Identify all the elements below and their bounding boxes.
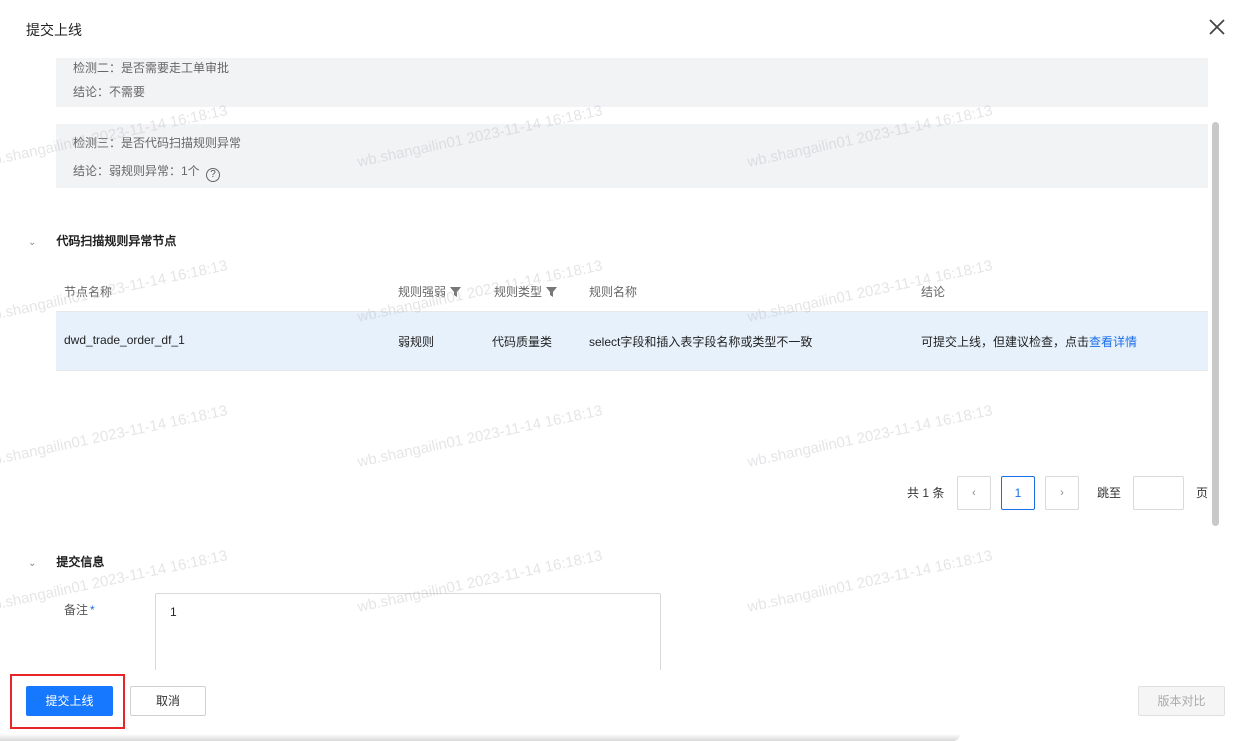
- vertical-scrollbar[interactable]: [1212, 122, 1219, 526]
- cell-rule-strength: 弱规则: [398, 335, 435, 349]
- section-submit-title: 提交信息: [56, 555, 105, 569]
- jump-page-input[interactable]: [1133, 476, 1184, 510]
- section-scan-title: 代码扫描规则异常节点: [56, 234, 177, 248]
- filter-icon[interactable]: [450, 287, 462, 297]
- next-page-button[interactable]: ›: [1045, 476, 1079, 510]
- watermark: wb.shangailin01 2023-11-14 16:18:13: [745, 402, 994, 471]
- column-rule-strength: 规则强弱: [398, 283, 462, 300]
- check-conclusion-line: 结论：弱规则异常：1个 ?: [73, 162, 221, 182]
- page-suffix: 页: [1196, 486, 1209, 500]
- table-row[interactable]: dwd_trade_order_df_1 弱规则 代码质量类 select字段和…: [56, 311, 1208, 371]
- page-button-1[interactable]: 1: [1001, 476, 1035, 510]
- check-item-approval: 检测二：是否需要走工单审批 结论：不需要: [56, 58, 1208, 107]
- version-compare-button[interactable]: 版本对比: [1138, 686, 1225, 716]
- check-item-code-scan: 检测三：是否代码扫描规则异常 结论：弱规则异常：1个 ?: [56, 124, 1208, 188]
- dialog-body: 检测二：是否需要走工单审批 结论：不需要 检测三：是否代码扫描规则异常 结论：弱…: [0, 58, 1258, 670]
- table-header: 节点名称 规则强弱 规则类型 规则名称 结论: [56, 270, 1208, 310]
- watermark: wb.shangailin01 2023-11-14 16:18:13: [0, 402, 229, 471]
- check-title: 检测二：是否需要走工单审批: [73, 61, 230, 75]
- jump-label: 跳至: [1097, 486, 1122, 500]
- cancel-button[interactable]: 取消: [130, 686, 206, 716]
- submit-online-button[interactable]: 提交上线: [26, 686, 113, 716]
- required-mark: *: [90, 603, 95, 617]
- conclusion-text: 可提交上线，但建议检查，点击: [921, 335, 1090, 349]
- question-icon[interactable]: ?: [206, 168, 221, 182]
- dialog-footer: 提交上线 取消 版本对比: [0, 670, 1258, 741]
- pagination-total: 共 1 条: [907, 486, 945, 500]
- watermark: wb.shangailin01 2023-11-14 16:18:13: [355, 402, 604, 471]
- view-detail-link[interactable]: 查看详情: [1089, 335, 1137, 349]
- section-submit-header[interactable]: ⌄ 提交信息: [28, 553, 104, 570]
- cell-conclusion: 可提交上线，但建议检查，点击查看详情: [921, 333, 1137, 350]
- column-rule-name: 规则名称: [589, 285, 638, 299]
- column-conclusion: 结论: [921, 285, 946, 299]
- remark-textarea[interactable]: 1: [155, 593, 661, 670]
- prev-page-button[interactable]: ‹: [957, 476, 991, 510]
- cell-node-name: dwd_trade_order_df_1: [64, 333, 185, 347]
- section-scan-header[interactable]: ⌄ 代码扫描规则异常节点: [28, 232, 176, 249]
- footer-shadow: [0, 734, 960, 741]
- filter-icon[interactable]: [546, 287, 558, 297]
- column-node-name: 节点名称: [64, 285, 113, 299]
- check-title: 检测三：是否代码扫描规则异常: [73, 136, 242, 150]
- cell-rule-type: 代码质量类: [492, 335, 553, 349]
- remark-label: 备注 *: [64, 603, 95, 617]
- watermark: wb.shangailin01 2023-11-14 16:18:13: [745, 547, 994, 616]
- check-conclusion: 结论：弱规则异常：1个: [73, 164, 200, 178]
- column-rule-type: 规则类型: [494, 283, 558, 300]
- chevron-down-icon: ⌄: [28, 558, 37, 569]
- dialog-header: 提交上线: [0, 0, 1258, 58]
- dialog-title: 提交上线: [26, 22, 82, 38]
- check-conclusion: 结论：不需要: [73, 85, 146, 99]
- cell-rule-name: select字段和插入表字段名称或类型不一致: [589, 335, 813, 349]
- close-icon[interactable]: [1206, 16, 1228, 38]
- chevron-down-icon: ⌄: [28, 237, 37, 248]
- submit-dialog: 提交上线 检测二：是否需要走工单审批 结论：不需要 检测三：是否代码扫描规则异常…: [0, 0, 1258, 741]
